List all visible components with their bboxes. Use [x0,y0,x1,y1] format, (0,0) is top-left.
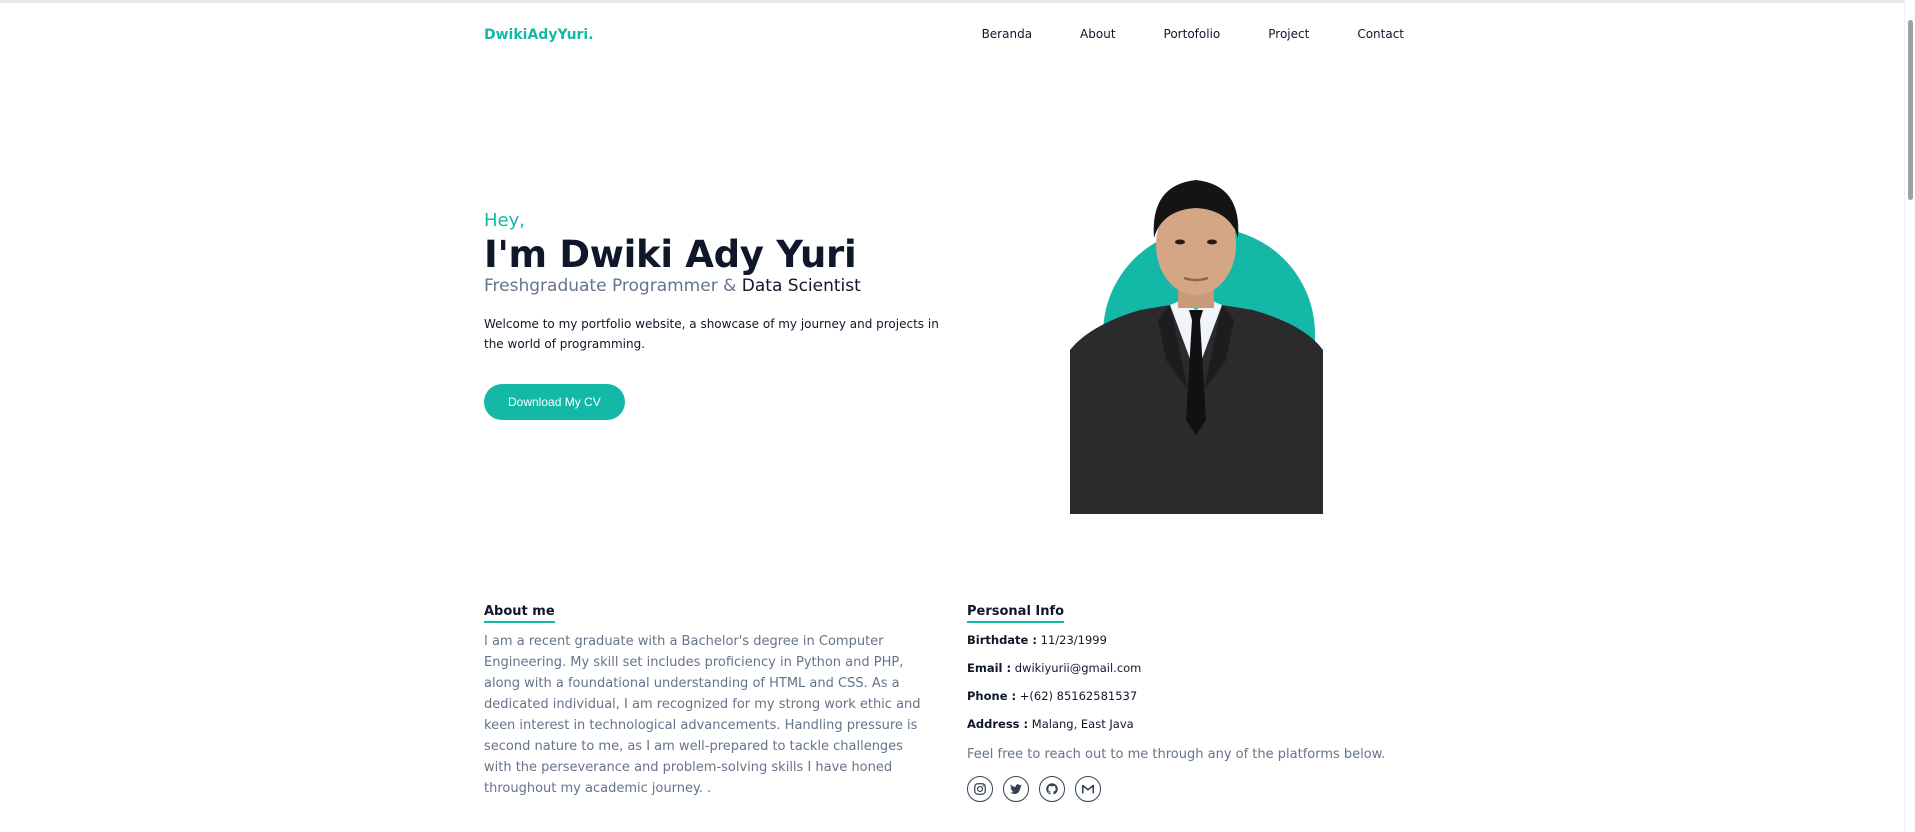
birthdate-row: Birthdate : 11/23/1999 [967,633,1427,647]
nav-link-about[interactable]: About [1080,27,1115,41]
profile-photo [1070,160,1323,514]
email-label: Email : [967,661,1012,675]
hero-title: I'm Dwiki Ady Yuri [484,233,857,276]
nav-links: Beranda About Portofolio Project Contact [982,27,1404,41]
address-label: Address : [967,717,1029,731]
gmail-icon[interactable] [1075,776,1101,802]
download-cv-button[interactable]: Download My CV [484,384,625,420]
hero-subtitle-role-2: Data Scientist [741,276,861,296]
about-heading: About me [484,604,555,623]
email-row: Email : dwikiyurii@gmail.com [967,661,1427,675]
hero-subtitle: Freshgraduate Programmer & Data Scientis… [484,276,954,296]
navbar: DwikiAdyYuri. Beranda About Portofolio P… [484,25,1404,45]
about-text: I am a recent graduate with a Bachelor's… [484,634,921,796]
birthdate-label: Birthdate : [967,633,1037,647]
address-value: Malang, East Java [1031,717,1134,731]
hero-greeting: Hey, [484,210,525,231]
phone-row: Phone : +(62) 85162581537 [967,689,1427,703]
phone-value: +(62) 85162581537 [1019,689,1138,703]
reach-out-text: Feel free to reach out to me through any… [967,747,1386,762]
nav-link-project[interactable]: Project [1268,27,1309,41]
nav-link-beranda[interactable]: Beranda [982,27,1032,41]
portrait-image [1070,180,1323,514]
nav-link-portofolio[interactable]: Portofolio [1164,27,1221,41]
hero-section: Hey, I'm Dwiki Ady Yuri Freshgraduate Pr… [484,210,954,420]
personal-info-heading: Personal Info [967,604,1065,623]
github-icon[interactable] [1039,776,1065,802]
scrollbar-thumb[interactable] [1908,20,1913,200]
nav-link-contact[interactable]: Contact [1357,27,1404,41]
scrollbar[interactable] [1904,0,1915,832]
email-value: dwikiyurii@gmail.com [1014,661,1142,675]
hero-subtitle-role: Freshgraduate Programmer [484,276,718,296]
brand-logo[interactable]: DwikiAdyYuri. [484,27,594,43]
social-links [967,776,1427,802]
phone-label: Phone : [967,689,1017,703]
hero-subtitle-amp: & [723,276,737,296]
address-row: Address : Malang, East Java [967,717,1427,731]
personal-info-section: Personal Info Birthdate : 11/23/1999 Ema… [967,600,1427,802]
instagram-icon[interactable] [967,776,993,802]
hero-description: Welcome to my portfolio website, a showc… [484,317,939,351]
about-section: About me I am a recent graduate with a B… [484,600,924,799]
top-border [0,0,1915,3]
twitter-icon[interactable] [1003,776,1029,802]
birthdate-value: 11/23/1999 [1040,633,1107,647]
